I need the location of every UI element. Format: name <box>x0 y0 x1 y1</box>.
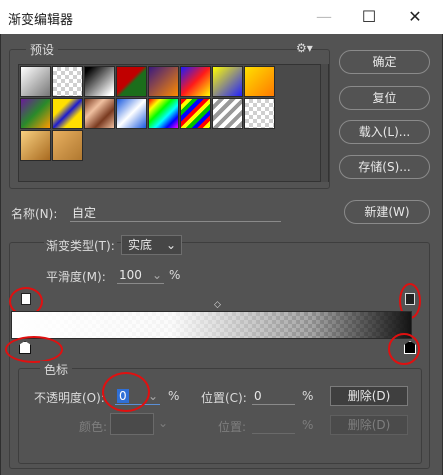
preset-swatch[interactable] <box>52 98 83 129</box>
preset-swatch[interactable] <box>180 98 211 129</box>
color-label: 颜色: <box>79 420 108 434</box>
preset-swatch[interactable] <box>52 66 83 97</box>
chevron-down-icon: ⌄ <box>158 416 169 430</box>
smoothness-label: 平滑度(M): <box>46 270 106 284</box>
preset-swatch[interactable] <box>20 98 51 129</box>
ok-button[interactable]: 确定 <box>339 50 430 74</box>
annotation-circle <box>5 336 63 363</box>
color-stop-group-label: 色标 <box>40 361 73 378</box>
window-title: 渐变编辑器 <box>8 13 74 28</box>
annotation-circle <box>388 333 420 365</box>
gradient-type-label: 渐变类型(T): <box>44 237 117 254</box>
smoothness-unit: % <box>169 268 181 282</box>
preset-swatch[interactable] <box>20 66 51 97</box>
smoothness-value: 100 <box>119 268 142 282</box>
gradient-fill <box>12 312 411 338</box>
annotation-circle <box>102 372 150 412</box>
location2-input <box>252 416 295 434</box>
gear-icon[interactable]: ⚙▾ <box>296 41 313 55</box>
location-unit: % <box>302 389 314 403</box>
preset-swatch[interactable] <box>20 130 51 161</box>
new-button[interactable]: 新建(W) <box>344 200 430 224</box>
maximize-icon[interactable]: ☐ <box>347 0 391 34</box>
chevron-down-icon: ⌄ <box>165 238 176 252</box>
save-button[interactable]: 存储(S)... <box>339 155 430 179</box>
location-input[interactable]: 0 <box>252 387 295 405</box>
chevron-down-icon: ⌄ <box>151 268 162 282</box>
opacity-unit: % <box>168 389 180 403</box>
close-icon[interactable]: ✕ <box>393 0 437 34</box>
preset-swatch[interactable] <box>52 130 83 161</box>
preset-swatch[interactable] <box>116 66 147 97</box>
preset-swatch[interactable] <box>244 66 275 97</box>
color-swatch <box>110 413 154 435</box>
preset-swatches <box>18 64 321 182</box>
preset-swatch[interactable] <box>116 98 147 129</box>
delete-opacity-stop-button[interactable]: 删除(D) <box>330 386 408 406</box>
gradient-type-select[interactable]: 实底 ⌄ <box>121 235 182 255</box>
smoothness-input[interactable]: 100 ⌄ <box>117 266 164 284</box>
name-label: 名称(N): <box>11 207 58 221</box>
presets-scrollbar[interactable] <box>321 64 329 182</box>
name-input[interactable]: 自定 <box>70 204 281 222</box>
preset-swatch[interactable] <box>212 66 243 97</box>
minimize-icon[interactable]: — <box>302 0 346 34</box>
gradient-type-value: 实底 <box>128 238 153 252</box>
presets-label: 预设 <box>26 41 59 58</box>
reset-button[interactable]: 复位 <box>339 86 430 110</box>
preset-swatch[interactable] <box>148 98 179 129</box>
location-label: 位置(C): <box>201 391 247 405</box>
title-bar: 渐变编辑器 — ☐ ✕ <box>0 0 443 34</box>
midpoint-diamond-icon[interactable]: ◇ <box>214 300 221 310</box>
delete-color-stop-button: 删除(D) <box>330 415 408 435</box>
preset-swatch[interactable] <box>244 98 275 129</box>
preset-swatch[interactable] <box>180 66 211 97</box>
location2-unit: % <box>302 418 314 432</box>
preset-swatch[interactable] <box>84 66 115 97</box>
opacity-label: 不透明度(O): <box>34 391 105 405</box>
preset-swatch[interactable] <box>84 98 115 129</box>
load-button[interactable]: 载入(L)... <box>339 120 430 144</box>
gradient-preview-bar[interactable] <box>11 311 412 339</box>
preset-swatch[interactable] <box>148 66 179 97</box>
preset-swatch[interactable] <box>212 98 243 129</box>
location2-label: 位置: <box>218 420 247 434</box>
